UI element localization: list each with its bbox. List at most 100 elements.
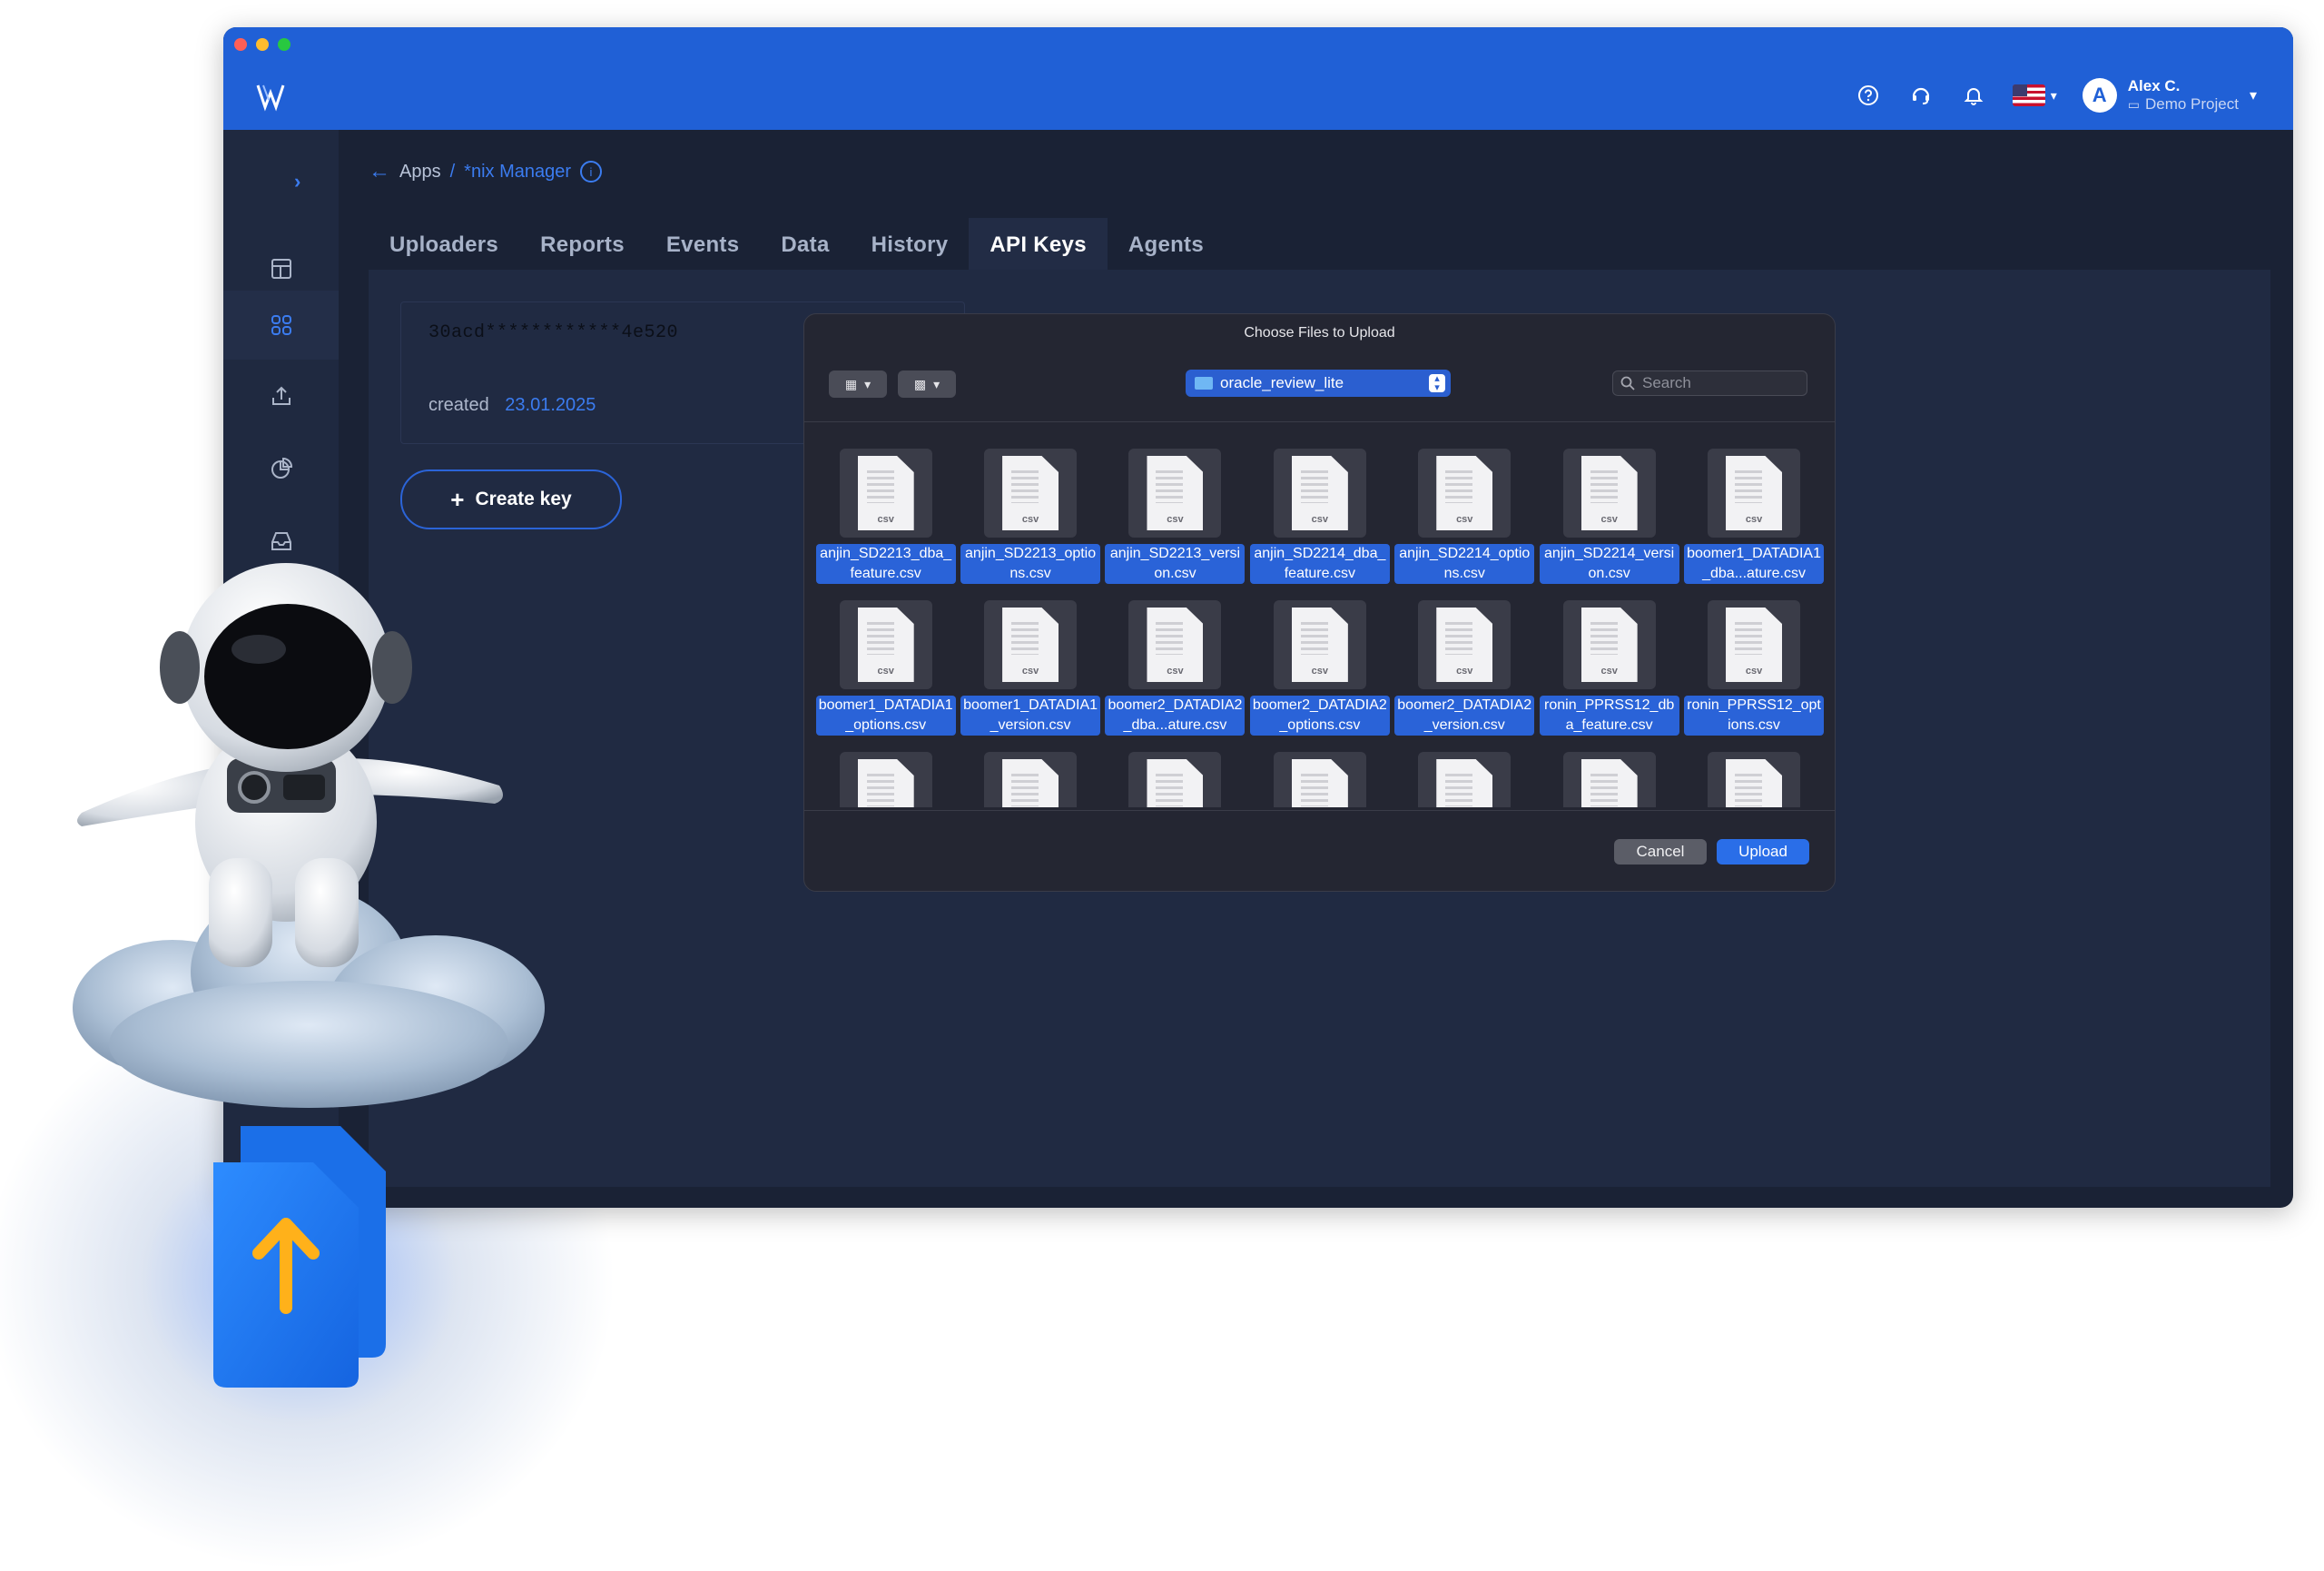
- file-grid: csv anjin_SD2213_dba_feature.csv csv anjin…: [813, 449, 1826, 807]
- csv-file-icon: csv: [839, 449, 932, 538]
- folder-icon: [1195, 377, 1213, 390]
- cancel-button[interactable]: Cancel: [1614, 839, 1707, 865]
- user-menu[interactable]: A Alex C. ▭ Demo Project ▾: [2082, 77, 2257, 114]
- tab-reports[interactable]: Reports: [519, 218, 645, 272]
- folder-icon: ▭: [2127, 97, 2140, 113]
- info-icon[interactable]: i: [580, 161, 602, 183]
- file-name: ronin_PPRSS12_dba_feature.csv: [1539, 696, 1679, 736]
- notification-bell-icon[interactable]: [1960, 82, 1987, 109]
- astronaut-illustration: [77, 563, 503, 967]
- file-item[interactable]: csv anjin_SD2214_dba_feature.csv: [1247, 449, 1392, 584]
- language-selector[interactable]: ▾: [2012, 84, 2057, 107]
- csv-file-icon: [984, 752, 1078, 807]
- search-placeholder: Search: [1642, 374, 1691, 391]
- tab-history[interactable]: History: [851, 218, 970, 272]
- user-info: Alex C. ▭ Demo Project: [2128, 77, 2239, 114]
- chevron-down-icon: ▾: [2249, 88, 2257, 104]
- breadcrumb-apps-link[interactable]: Apps: [399, 162, 441, 183]
- created-date: 23.01.2025: [505, 395, 596, 415]
- file-name: ronin_PPRSS12_options.csv: [1684, 696, 1825, 736]
- upload-file-icon: [213, 1126, 386, 1388]
- file-item[interactable]: csv boomer1_DATADIA1_options.csv: [813, 600, 958, 736]
- csv-file-icon: [1418, 752, 1512, 807]
- breadcrumb: ← Apps / *nix Manager i: [369, 159, 602, 184]
- back-arrow-icon[interactable]: ←: [369, 159, 390, 184]
- search-field[interactable]: Search: [1612, 371, 1807, 396]
- file-item[interactable]: csv boomer2_DATADIA2_dba...ature.csv: [1103, 600, 1247, 736]
- sidebar-item-apps[interactable]: [223, 291, 339, 360]
- csv-file-icon: [1708, 752, 1801, 807]
- file-name: boomer2_DATADIA2_version.csv: [1394, 696, 1535, 736]
- file-item[interactable]: csv anjin_SD2213_dba_feature.csv: [813, 449, 958, 584]
- tab-events[interactable]: Events: [645, 218, 761, 272]
- file-name: boomer1_DATADIA1_options.csv: [815, 696, 956, 736]
- file-upload-dialog: Choose Files to Upload ▦ ▾ ▩ ▾ oracle_revi…: [803, 313, 1836, 892]
- file-item-partial[interactable]: [813, 752, 958, 807]
- file-item-partial[interactable]: [1393, 752, 1537, 807]
- sidebar-item-reports[interactable]: [223, 434, 339, 503]
- tab-data[interactable]: Data: [760, 218, 850, 272]
- sidebar-item-upload[interactable]: [223, 361, 339, 430]
- csv-file-icon: [1273, 752, 1366, 807]
- file-item[interactable]: csv anjin_SD2214_options.csv: [1393, 449, 1537, 584]
- csv-file-icon: csv: [1562, 449, 1656, 538]
- csv-file-icon: csv: [984, 600, 1078, 689]
- breadcrumb-separator: /: [449, 161, 456, 182]
- csv-file-icon: csv: [1128, 600, 1222, 689]
- file-item[interactable]: csv anjin_SD2213_options.csv: [958, 449, 1102, 584]
- project-name: Demo Project: [2144, 95, 2239, 114]
- tab-uploaders[interactable]: Uploaders: [369, 218, 519, 272]
- app-header: ▾ A Alex C. ▭ Demo Project ▾: [223, 27, 2293, 130]
- file-item[interactable]: csv boomer1_DATADIA1_version.csv: [958, 600, 1102, 736]
- maximize-window-button[interactable]: [278, 38, 290, 51]
- csv-file-icon: csv: [839, 600, 932, 689]
- file-name: anjin_SD2214_version.csv: [1539, 544, 1679, 584]
- api-key-created: created 23.01.2025: [428, 395, 596, 416]
- file-item[interactable]: csv ronin_PPRSS12_dba_feature.csv: [1537, 600, 1681, 736]
- create-key-button[interactable]: + Create key: [400, 469, 622, 529]
- file-item-partial[interactable]: [958, 752, 1102, 807]
- minimize-window-button[interactable]: [256, 38, 269, 51]
- file-name: boomer2_DATADIA2_options.csv: [1249, 696, 1390, 736]
- dialog-title: Choose Files to Upload: [1244, 325, 1395, 341]
- help-icon[interactable]: [1855, 82, 1882, 109]
- folder-select[interactable]: oracle_review_lite ▴ ▾: [1186, 370, 1451, 397]
- file-item-partial[interactable]: [1537, 752, 1681, 807]
- file-item[interactable]: csv boomer2_DATADIA2_version.csv: [1393, 600, 1537, 736]
- file-item[interactable]: csv anjin_SD2214_version.csv: [1537, 449, 1681, 584]
- file-item[interactable]: csv anjin_SD2213_version.csv: [1103, 449, 1247, 584]
- grid-group-icon: ▩: [913, 376, 927, 391]
- csv-file-icon: csv: [1708, 600, 1801, 689]
- api-key-value: 30acd************4e520: [428, 322, 679, 343]
- file-name: anjin_SD2213_options.csv: [960, 544, 1101, 584]
- search-icon: [1620, 376, 1635, 390]
- sidebar-expand-icon[interactable]: ›: [294, 170, 300, 193]
- us-flag-icon: [2012, 84, 2045, 107]
- upload-button[interactable]: Upload: [1717, 839, 1809, 865]
- file-name: boomer2_DATADIA2_dba...ature.csv: [1105, 696, 1246, 736]
- user-name: Alex C.: [2127, 77, 2181, 94]
- dialog-footer-divider: [804, 810, 1835, 811]
- file-item[interactable]: csv ronin_PPRSS12_options.csv: [1681, 600, 1826, 736]
- csv-file-icon: csv: [1418, 600, 1512, 689]
- grid-view-icon: ▦: [844, 376, 858, 391]
- file-name: anjin_SD2213_version.csv: [1105, 544, 1246, 584]
- file-item-partial[interactable]: [1247, 752, 1392, 807]
- support-icon[interactable]: [1907, 82, 1935, 109]
- window-controls: [234, 38, 290, 51]
- file-item[interactable]: csv boomer1_DATADIA1_dba...ature.csv: [1681, 449, 1826, 584]
- header-actions: ▾ A Alex C. ▭ Demo Project ▾: [1855, 77, 2257, 114]
- tab-bar: Uploaders Reports Events Data History AP…: [369, 218, 1225, 272]
- file-item[interactable]: csv boomer2_DATADIA2_options.csv: [1247, 600, 1392, 736]
- app-logo-icon[interactable]: [254, 80, 287, 113]
- csv-file-icon: [1128, 752, 1222, 807]
- file-item-partial[interactable]: [1681, 752, 1826, 807]
- file-name: anjin_SD2214_options.csv: [1394, 544, 1535, 584]
- file-item-partial[interactable]: [1103, 752, 1247, 807]
- close-window-button[interactable]: [234, 38, 247, 51]
- chevron-down-icon: ▾: [864, 376, 872, 391]
- icon-view-button[interactable]: ▦ ▾: [829, 371, 887, 398]
- group-view-button[interactable]: ▩ ▾: [898, 371, 956, 398]
- tab-agents[interactable]: Agents: [1108, 218, 1225, 272]
- tab-api-keys[interactable]: API Keys: [969, 218, 1108, 272]
